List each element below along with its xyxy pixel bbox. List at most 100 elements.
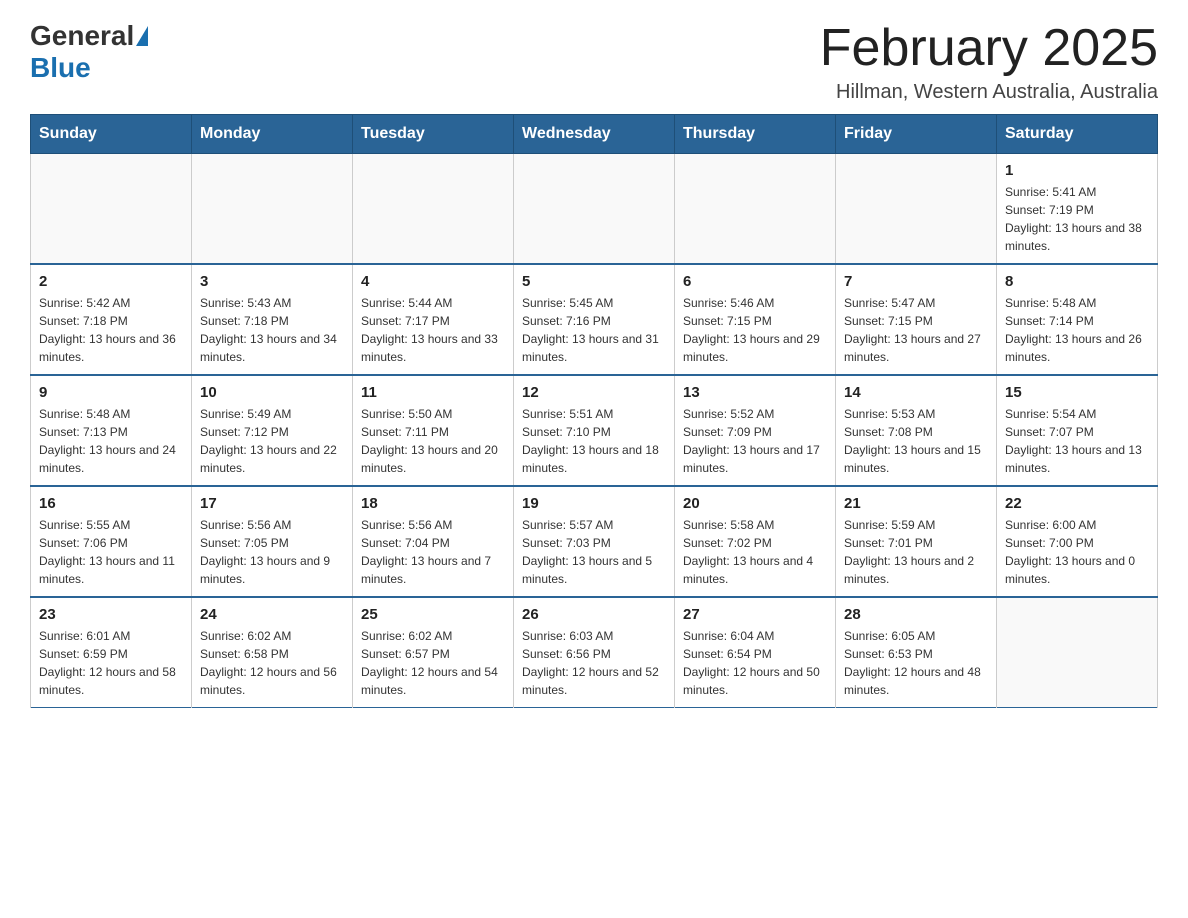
- day-cell: 12 Sunrise: 5:51 AMSunset: 7:10 PMDayligh…: [514, 375, 675, 486]
- weekday-header-saturday: Saturday: [997, 115, 1158, 154]
- day-info: Sunrise: 5:56 AMSunset: 7:05 PMDaylight:…: [200, 516, 344, 588]
- day-number: 13: [683, 384, 827, 401]
- day-cell: 16 Sunrise: 5:55 AMSunset: 7:06 PMDayligh…: [31, 486, 192, 597]
- day-info: Sunrise: 6:04 AMSunset: 6:54 PMDaylight:…: [683, 627, 827, 699]
- week-row-1: 1 Sunrise: 5:41 AMSunset: 7:19 PMDaylight…: [31, 154, 1158, 265]
- weekday-header-row: SundayMondayTuesdayWednesdayThursdayFrid…: [31, 115, 1158, 154]
- logo: General Blue: [30, 20, 150, 84]
- title-section: February 2025 Hillman, Western Australia…: [820, 20, 1158, 104]
- day-number: 9: [39, 384, 183, 401]
- day-number: 6: [683, 273, 827, 290]
- day-cell: [836, 154, 997, 265]
- day-info: Sunrise: 5:50 AMSunset: 7:11 PMDaylight:…: [361, 405, 505, 477]
- day-cell: 15 Sunrise: 5:54 AMSunset: 7:07 PMDayligh…: [997, 375, 1158, 486]
- day-info: Sunrise: 5:52 AMSunset: 7:09 PMDaylight:…: [683, 405, 827, 477]
- day-number: 19: [522, 495, 666, 512]
- week-row-5: 23 Sunrise: 6:01 AMSunset: 6:59 PMDayligh…: [31, 597, 1158, 708]
- day-cell: 6 Sunrise: 5:46 AMSunset: 7:15 PMDaylight…: [675, 264, 836, 375]
- day-number: 3: [200, 273, 344, 290]
- day-number: 1: [1005, 162, 1149, 179]
- day-cell: 27 Sunrise: 6:04 AMSunset: 6:54 PMDayligh…: [675, 597, 836, 708]
- day-cell: 18 Sunrise: 5:56 AMSunset: 7:04 PMDayligh…: [353, 486, 514, 597]
- day-number: 24: [200, 606, 344, 623]
- day-cell: 20 Sunrise: 5:58 AMSunset: 7:02 PMDayligh…: [675, 486, 836, 597]
- day-number: 12: [522, 384, 666, 401]
- day-info: Sunrise: 5:44 AMSunset: 7:17 PMDaylight:…: [361, 294, 505, 366]
- day-number: 18: [361, 495, 505, 512]
- day-cell: 23 Sunrise: 6:01 AMSunset: 6:59 PMDayligh…: [31, 597, 192, 708]
- day-info: Sunrise: 5:46 AMSunset: 7:15 PMDaylight:…: [683, 294, 827, 366]
- day-number: 21: [844, 495, 988, 512]
- day-cell: 13 Sunrise: 5:52 AMSunset: 7:09 PMDayligh…: [675, 375, 836, 486]
- day-cell: 24Sunrise: 6:02 AMSunset: 6:58 PMDayligh…: [192, 597, 353, 708]
- weekday-header-tuesday: Tuesday: [353, 115, 514, 154]
- day-cell: 21Sunrise: 5:59 AMSunset: 7:01 PMDayligh…: [836, 486, 997, 597]
- day-info: Sunrise: 5:48 AMSunset: 7:13 PMDaylight:…: [39, 405, 183, 477]
- day-number: 14: [844, 384, 988, 401]
- page-header: General Blue February 2025 Hillman, West…: [30, 20, 1158, 104]
- day-cell: 17Sunrise: 5:56 AMSunset: 7:05 PMDayligh…: [192, 486, 353, 597]
- day-cell: 5 Sunrise: 5:45 AMSunset: 7:16 PMDaylight…: [514, 264, 675, 375]
- day-info: Sunrise: 5:56 AMSunset: 7:04 PMDaylight:…: [361, 516, 505, 588]
- day-number: 16: [39, 495, 183, 512]
- day-info: Sunrise: 5:43 AMSunset: 7:18 PMDaylight:…: [200, 294, 344, 366]
- day-number: 20: [683, 495, 827, 512]
- day-number: 5: [522, 273, 666, 290]
- day-info: Sunrise: 5:57 AMSunset: 7:03 PMDaylight:…: [522, 516, 666, 588]
- weekday-header-wednesday: Wednesday: [514, 115, 675, 154]
- weekday-header-monday: Monday: [192, 115, 353, 154]
- day-info: Sunrise: 5:51 AMSunset: 7:10 PMDaylight:…: [522, 405, 666, 477]
- day-number: 27: [683, 606, 827, 623]
- day-info: Sunrise: 5:55 AMSunset: 7:06 PMDaylight:…: [39, 516, 183, 588]
- logo-triangle-icon: [136, 26, 148, 46]
- day-info: Sunrise: 6:02 AMSunset: 6:57 PMDaylight:…: [361, 627, 505, 699]
- day-number: 8: [1005, 273, 1149, 290]
- day-cell: 26 Sunrise: 6:03 AMSunset: 6:56 PMDayligh…: [514, 597, 675, 708]
- day-cell: 11Sunrise: 5:50 AMSunset: 7:11 PMDayligh…: [353, 375, 514, 486]
- day-info: Sunrise: 5:47 AMSunset: 7:15 PMDaylight:…: [844, 294, 988, 366]
- day-cell: 14Sunrise: 5:53 AMSunset: 7:08 PMDayligh…: [836, 375, 997, 486]
- day-number: 2: [39, 273, 183, 290]
- day-number: 4: [361, 273, 505, 290]
- location-text: Hillman, Western Australia, Australia: [820, 81, 1158, 104]
- day-info: Sunrise: 5:58 AMSunset: 7:02 PMDaylight:…: [683, 516, 827, 588]
- week-row-2: 2 Sunrise: 5:42 AMSunset: 7:18 PMDaylight…: [31, 264, 1158, 375]
- day-cell: 19 Sunrise: 5:57 AMSunset: 7:03 PMDayligh…: [514, 486, 675, 597]
- day-info: Sunrise: 6:01 AMSunset: 6:59 PMDaylight:…: [39, 627, 183, 699]
- day-number: 10: [200, 384, 344, 401]
- day-cell: 28 Sunrise: 6:05 AMSunset: 6:53 PMDayligh…: [836, 597, 997, 708]
- calendar-table: SundayMondayTuesdayWednesdayThursdayFrid…: [30, 114, 1158, 708]
- day-number: 28: [844, 606, 988, 623]
- day-info: Sunrise: 5:49 AMSunset: 7:12 PMDaylight:…: [200, 405, 344, 477]
- day-info: Sunrise: 5:45 AMSunset: 7:16 PMDaylight:…: [522, 294, 666, 366]
- day-number: 22: [1005, 495, 1149, 512]
- day-number: 25: [361, 606, 505, 623]
- day-info: Sunrise: 6:05 AMSunset: 6:53 PMDaylight:…: [844, 627, 988, 699]
- day-info: Sunrise: 5:48 AMSunset: 7:14 PMDaylight:…: [1005, 294, 1149, 366]
- day-info: Sunrise: 6:00 AMSunset: 7:00 PMDaylight:…: [1005, 516, 1149, 588]
- day-cell: 1 Sunrise: 5:41 AMSunset: 7:19 PMDaylight…: [997, 154, 1158, 265]
- day-number: 26: [522, 606, 666, 623]
- logo-blue-text: Blue: [30, 52, 91, 84]
- month-title: February 2025: [820, 20, 1158, 77]
- day-cell: 7 Sunrise: 5:47 AMSunset: 7:15 PMDaylight…: [836, 264, 997, 375]
- day-number: 7: [844, 273, 988, 290]
- day-cell: [31, 154, 192, 265]
- day-number: 23: [39, 606, 183, 623]
- day-info: Sunrise: 5:42 AMSunset: 7:18 PMDaylight:…: [39, 294, 183, 366]
- day-cell: 8 Sunrise: 5:48 AMSunset: 7:14 PMDaylight…: [997, 264, 1158, 375]
- day-number: 15: [1005, 384, 1149, 401]
- day-info: Sunrise: 6:03 AMSunset: 6:56 PMDaylight:…: [522, 627, 666, 699]
- weekday-header-sunday: Sunday: [31, 115, 192, 154]
- day-info: Sunrise: 5:41 AMSunset: 7:19 PMDaylight:…: [1005, 183, 1149, 255]
- weekday-header-friday: Friday: [836, 115, 997, 154]
- day-cell: 4 Sunrise: 5:44 AMSunset: 7:17 PMDaylight…: [353, 264, 514, 375]
- day-info: Sunrise: 5:54 AMSunset: 7:07 PMDaylight:…: [1005, 405, 1149, 477]
- day-cell: 2 Sunrise: 5:42 AMSunset: 7:18 PMDaylight…: [31, 264, 192, 375]
- day-cell: 3 Sunrise: 5:43 AMSunset: 7:18 PMDaylight…: [192, 264, 353, 375]
- week-row-4: 16 Sunrise: 5:55 AMSunset: 7:06 PMDayligh…: [31, 486, 1158, 597]
- day-cell: [997, 597, 1158, 708]
- week-row-3: 9 Sunrise: 5:48 AMSunset: 7:13 PMDaylight…: [31, 375, 1158, 486]
- day-cell: [192, 154, 353, 265]
- day-cell: [353, 154, 514, 265]
